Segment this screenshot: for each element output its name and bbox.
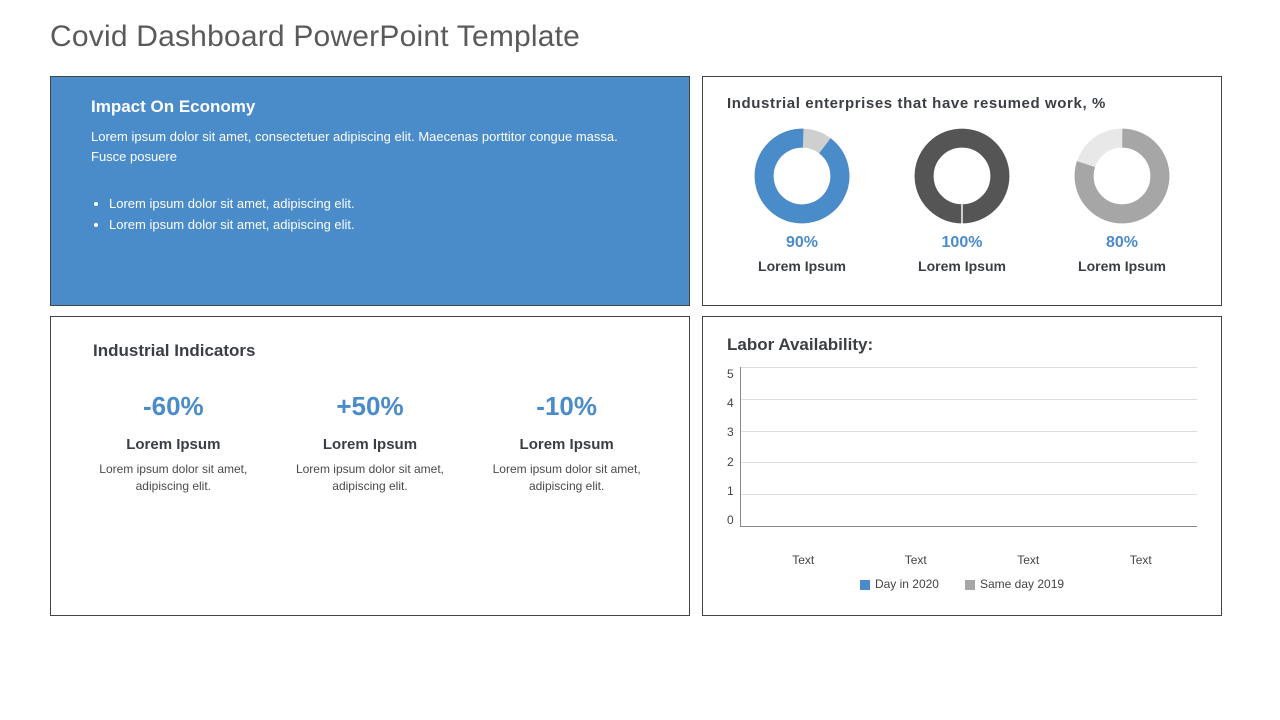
y-tick: 3 bbox=[727, 425, 734, 439]
donut-pct: 100% bbox=[912, 234, 1012, 252]
x-tick: Text bbox=[1130, 553, 1152, 567]
indicator-1: -60% Lorem Ipsum Lorem ipsum dolor sit a… bbox=[79, 391, 268, 495]
labor-heading: Labor Availability: bbox=[727, 335, 1197, 355]
plot-area bbox=[740, 367, 1197, 527]
indicator-value: +50% bbox=[284, 391, 457, 422]
donut-icon bbox=[1072, 126, 1172, 226]
labor-panel: Labor Availability: 5 4 3 2 1 0 bbox=[702, 316, 1222, 616]
slide: Covid Dashboard PowerPoint Template Impa… bbox=[0, 0, 1280, 646]
dashboard-grid: Impact On Economy Lorem ipsum dolor sit … bbox=[50, 76, 1230, 616]
indicators-heading: Industrial Indicators bbox=[93, 341, 665, 361]
bar-chart: 5 4 3 2 1 0 bbox=[727, 367, 1197, 547]
indicator-2: +50% Lorem Ipsum Lorem ipsum dolor sit a… bbox=[276, 391, 465, 495]
x-tick: Text bbox=[792, 553, 814, 567]
donut-label: Lorem Ipsum bbox=[1072, 258, 1172, 274]
donut-pct: 90% bbox=[752, 234, 852, 252]
impact-bullet: Lorem ipsum dolor sit amet, adipiscing e… bbox=[109, 194, 649, 215]
donut-label: Lorem Ipsum bbox=[752, 258, 852, 274]
indicator-3: -10% Lorem Ipsum Lorem ipsum dolor sit a… bbox=[472, 391, 661, 495]
donut-label: Lorem Ipsum bbox=[912, 258, 1012, 274]
y-axis: 5 4 3 2 1 0 bbox=[727, 367, 740, 527]
indicator-label: Lorem Ipsum bbox=[284, 436, 457, 453]
indicator-value: -10% bbox=[480, 391, 653, 422]
donut-pct: 80% bbox=[1072, 234, 1172, 252]
donut-2: 100% Lorem Ipsum bbox=[912, 126, 1012, 274]
indicator-desc: Lorem ipsum dolor sit amet, adipiscing e… bbox=[284, 461, 457, 495]
x-tick: Text bbox=[1017, 553, 1039, 567]
page-title: Covid Dashboard PowerPoint Template bbox=[50, 20, 1230, 54]
indicators-row: -60% Lorem Ipsum Lorem ipsum dolor sit a… bbox=[75, 391, 665, 495]
donut-1: 90% Lorem Ipsum bbox=[752, 126, 852, 274]
impact-bullet: Lorem ipsum dolor sit amet, adipiscing e… bbox=[109, 215, 649, 236]
x-axis: Text Text Text Text bbox=[747, 553, 1197, 567]
impact-panel: Impact On Economy Lorem ipsum dolor sit … bbox=[50, 76, 690, 306]
y-tick: 0 bbox=[727, 513, 734, 527]
legend-item-blue: Day in 2020 bbox=[860, 577, 939, 591]
donut-3: 80% Lorem Ipsum bbox=[1072, 126, 1172, 274]
y-tick: 1 bbox=[727, 484, 734, 498]
y-tick: 5 bbox=[727, 367, 734, 381]
y-tick: 2 bbox=[727, 455, 734, 469]
indicator-desc: Lorem ipsum dolor sit amet, adipiscing e… bbox=[480, 461, 653, 495]
legend: Day in 2020 Same day 2019 bbox=[727, 577, 1197, 591]
legend-item-grey: Same day 2019 bbox=[965, 577, 1064, 591]
indicator-label: Lorem Ipsum bbox=[480, 436, 653, 453]
x-tick: Text bbox=[905, 553, 927, 567]
bars bbox=[741, 367, 1197, 526]
impact-body: Lorem ipsum dolor sit amet, consectetuer… bbox=[91, 127, 649, 166]
y-tick: 4 bbox=[727, 396, 734, 410]
impact-bullets: Lorem ipsum dolor sit amet, adipiscing e… bbox=[91, 194, 649, 236]
donut-row: 90% Lorem Ipsum 100% Lorem Ipsum bbox=[727, 126, 1197, 274]
donut-icon bbox=[912, 126, 1012, 226]
donut-icon bbox=[752, 126, 852, 226]
indicator-label: Lorem Ipsum bbox=[87, 436, 260, 453]
indicator-value: -60% bbox=[87, 391, 260, 422]
indicators-panel: Industrial Indicators -60% Lorem Ipsum L… bbox=[50, 316, 690, 616]
impact-heading: Impact On Economy bbox=[91, 97, 649, 117]
indicator-desc: Lorem ipsum dolor sit amet, adipiscing e… bbox=[87, 461, 260, 495]
enterprises-heading: Industrial enterprises that have resumed… bbox=[727, 95, 1197, 112]
enterprises-panel: Industrial enterprises that have resumed… bbox=[702, 76, 1222, 306]
